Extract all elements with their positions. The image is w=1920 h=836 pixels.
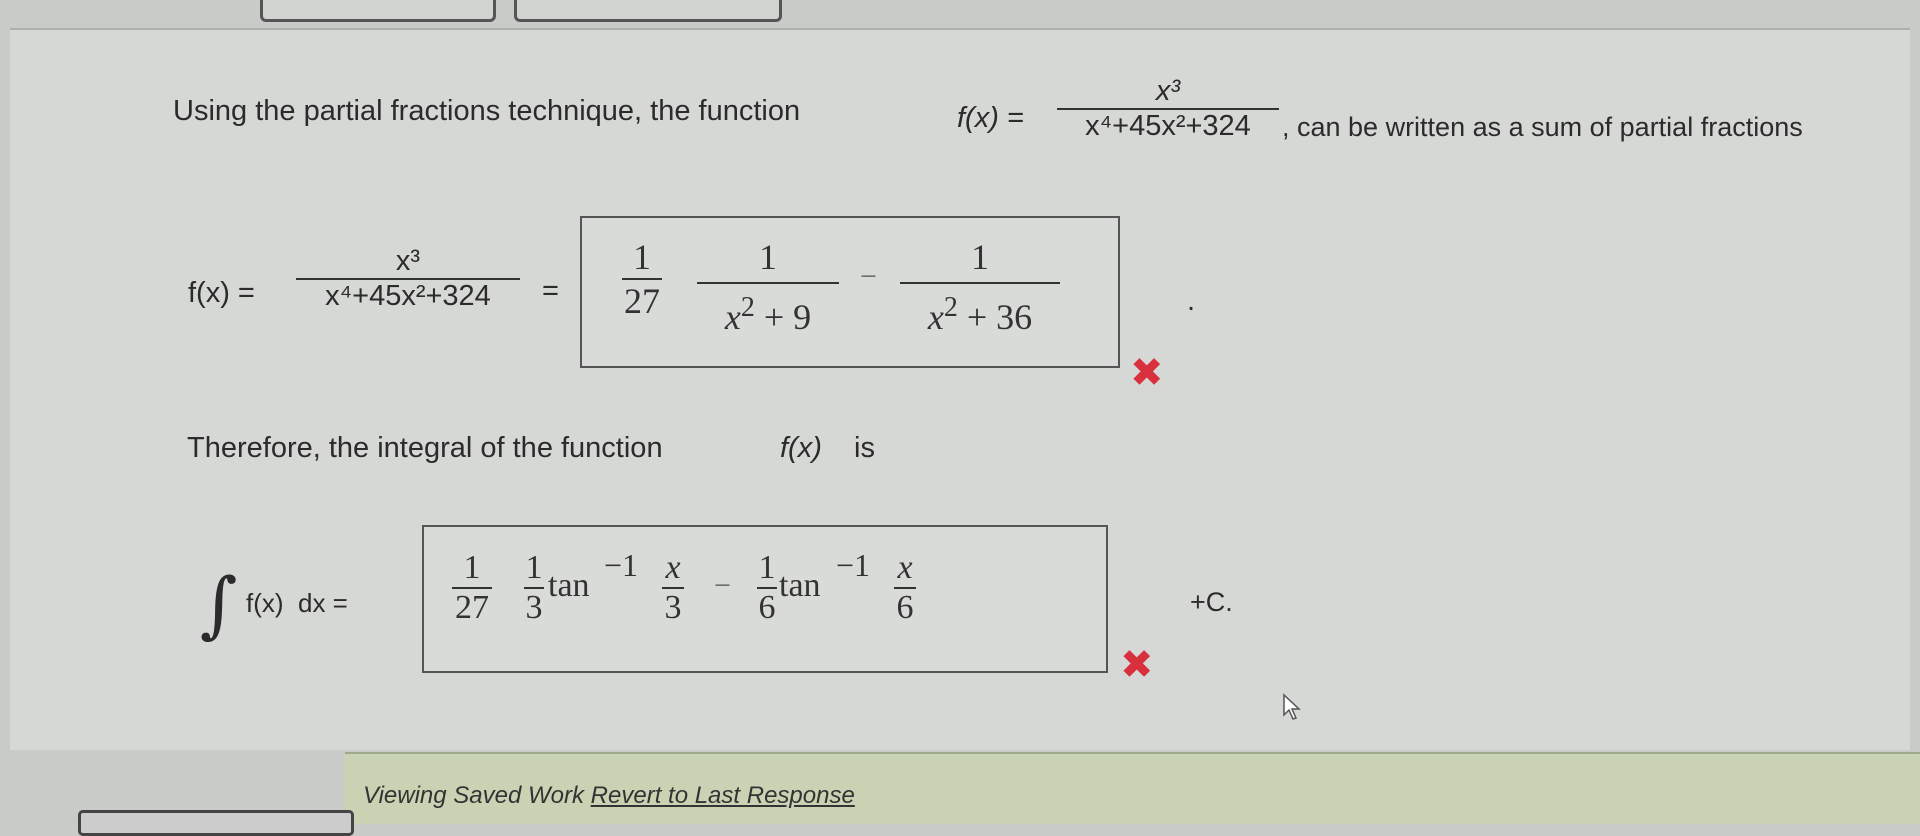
term1-fraction: 1 x2 + 9	[697, 236, 839, 338]
coefficient-denominator: 27	[624, 281, 660, 321]
int-t1-fraction: 1 3	[524, 549, 544, 627]
decomp-fraction: x³ x⁴+45x²+324	[296, 245, 520, 313]
arg2-numerator: x	[897, 549, 913, 586]
constant-of-integration: +C.	[1190, 587, 1233, 617]
term1-den-x: x	[724, 297, 741, 337]
int-minus: −	[714, 569, 731, 602]
top-tab-left[interactable]	[260, 0, 496, 22]
coefficient-fraction: 1 27	[622, 236, 662, 322]
int-t2-fraction: 1 6	[757, 549, 777, 627]
partial-fractions-answer-box[interactable]: 1 27 1 x2 + 9 − 1 x2 + 36	[580, 216, 1120, 368]
therefore-is: is	[854, 432, 875, 464]
arg1-denominator: 3	[664, 589, 682, 626]
integral-sign-icon: ∫	[200, 562, 238, 646]
intro-suffix: , can be written as a sum of partial fra…	[1282, 112, 1803, 142]
mouse-cursor-icon	[1283, 693, 1301, 720]
viewing-saved-work-text: Viewing Saved Work	[363, 782, 584, 809]
saved-work-label: Viewing Saved Work Revert to Last Respon…	[363, 782, 855, 810]
coefficient-numerator: 1	[633, 237, 651, 277]
fraction-bar	[900, 282, 1060, 284]
saved-work-bar: Viewing Saved Work Revert to Last Respon…	[345, 752, 1920, 824]
int-t2-denominator: 6	[758, 589, 776, 626]
tan-label-2: tan	[779, 567, 821, 604]
decomp-minus: −	[860, 260, 877, 293]
decomp-denominator: x⁴+45x²+324	[325, 280, 491, 312]
question-panel: Using the partial fractions technique, t…	[10, 28, 1910, 750]
int-coef-denominator: 27	[455, 589, 489, 626]
arg2-denominator: 6	[896, 589, 914, 626]
intro-denominator: x⁴+45x²+324	[1085, 110, 1251, 142]
decomp-period: .	[1187, 285, 1196, 317]
fraction-bar	[697, 282, 839, 284]
term2-fraction: 1 x2 + 36	[900, 236, 1060, 338]
int-coef-fraction: 1 27	[452, 549, 492, 627]
decomp-equals: =	[542, 275, 559, 307]
term2-denominator: x2 + 36	[928, 292, 1032, 338]
intro-fx: f(x) =	[957, 102, 1024, 134]
int-t1-numerator: 1	[525, 549, 543, 586]
int-t2-numerator: 1	[758, 549, 776, 586]
therefore-fx: f(x)	[780, 432, 822, 464]
top-tab-right[interactable]	[514, 0, 782, 22]
therefore-text: Therefore, the integral of the function	[187, 432, 663, 464]
intro-prefix: Using the partial fractions technique, t…	[173, 95, 801, 127]
int-coef-numerator: 1	[463, 549, 481, 586]
revert-to-last-response-link[interactable]: Revert to Last Response	[591, 782, 855, 809]
tan-exp-1: −1	[604, 547, 639, 583]
term1-den-exp: 2	[740, 292, 755, 323]
intro-fraction: x³ x⁴+45x²+324	[1057, 75, 1279, 143]
term1-numerator: 1	[759, 237, 777, 277]
decomp-numerator: x³	[395, 245, 421, 277]
term1-denominator: x2 + 9	[725, 292, 811, 338]
arg1-fraction: x 3	[662, 549, 684, 627]
intro-numerator: x³	[1155, 75, 1181, 107]
incorrect-mark-icon: ✖	[1120, 642, 1154, 688]
incorrect-mark-icon: ✖	[1130, 350, 1164, 396]
term1-den-rest: + 9	[763, 297, 812, 337]
term2-den-rest: + 36	[966, 297, 1033, 337]
integral-answer-box[interactable]: 1 27 1 3 tan −1 x 3 − 1 6 tan −1 x 6	[422, 525, 1108, 673]
term2-den-exp: 2	[943, 292, 958, 323]
arg1-numerator: x	[665, 549, 681, 586]
arg2-fraction: x 6	[894, 549, 916, 627]
term2-numerator: 1	[971, 237, 989, 277]
tan-label-1: tan	[548, 567, 590, 604]
decomp-fx: f(x) =	[188, 277, 255, 309]
int-t1-denominator: 3	[525, 589, 543, 626]
term2-den-x: x	[927, 297, 944, 337]
bottom-tab-button[interactable]	[78, 810, 354, 836]
integral-label: f(x) dx =	[246, 588, 348, 618]
tan-exp-2: −1	[836, 547, 871, 583]
